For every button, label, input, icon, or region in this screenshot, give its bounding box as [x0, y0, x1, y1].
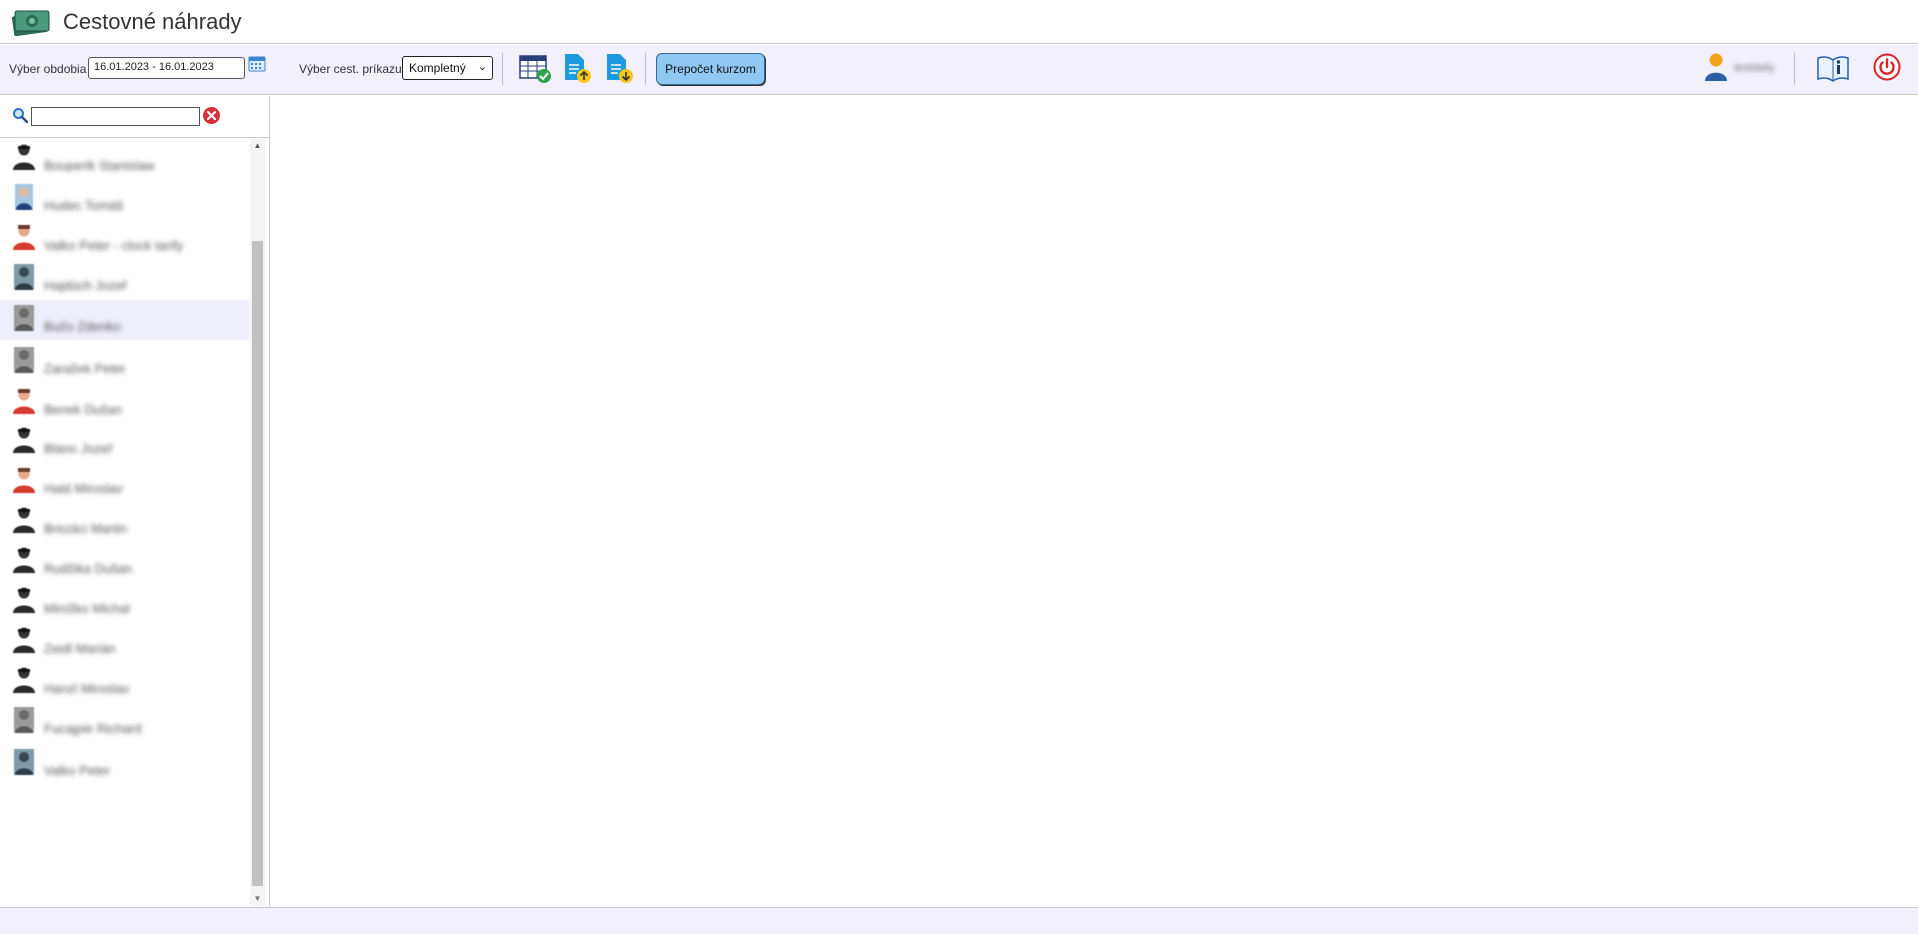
order-label: Výber cest. príkazu [299, 62, 402, 76]
avatar-icon [14, 707, 34, 733]
document-upload-icon[interactable] [560, 51, 594, 85]
avatar-icon [13, 507, 35, 533]
order-select[interactable]: Kompletný ⌄ [402, 56, 493, 80]
avatar-icon [13, 144, 35, 170]
avatar-icon [13, 627, 35, 653]
person-name: Brezáci Martin [44, 521, 128, 536]
people-sidebar: Bouperik Stanislaw Hudec Tomáš Valko Peter… [0, 96, 270, 907]
search-input[interactable] [31, 107, 200, 126]
user-icon[interactable] [1704, 52, 1728, 82]
clear-search-icon[interactable] [202, 106, 221, 125]
table-check-icon[interactable] [518, 51, 552, 85]
list-item[interactable]: Blano Jozef [0, 422, 249, 462]
list-item[interactable]: Hajdúch Jozef [0, 259, 249, 299]
avatar-icon [13, 587, 35, 613]
person-name: Fucajpie Richard [44, 721, 142, 736]
people-list-scrollbar[interactable]: ▲ ▼ [250, 139, 265, 906]
list-item[interactable]: Bouperik Stanislaw [0, 139, 249, 179]
avatar-icon [13, 389, 35, 414]
toolbar-divider [1794, 53, 1795, 85]
scroll-thumb[interactable] [252, 241, 263, 886]
list-item[interactable]: Fucajpie Richard [0, 702, 249, 742]
toolbar-divider [645, 53, 646, 85]
period-input[interactable]: 16.01.2023 - 16.01.2023 [88, 57, 245, 79]
avatar-icon [14, 264, 34, 290]
search-bar [0, 96, 270, 138]
avatar-icon [13, 468, 35, 493]
person-name: Benek Dušan [44, 402, 123, 417]
scroll-up-arrow-icon[interactable]: ▲ [250, 139, 265, 153]
list-item[interactable]: Minížko Michal [0, 582, 249, 622]
list-item[interactable]: Rudžika Dušan [0, 542, 249, 582]
person-name: Bučo Zdenko [44, 319, 121, 334]
avatar-icon [13, 427, 35, 453]
people-list: Bouperik Stanislaw Hudec Tomáš Valko Peter… [0, 139, 250, 906]
list-item[interactable]: Benek Dušan [0, 383, 249, 423]
user-name: testdaily [1734, 62, 1775, 74]
toolbar-divider [502, 53, 503, 85]
recalc-currency-button[interactable]: Prepočet kurzom [656, 53, 765, 85]
scroll-down-arrow-icon[interactable]: ▼ [250, 892, 265, 906]
list-item[interactable]: Hald Miroslav [0, 462, 249, 502]
person-name: Hanzl Miroslav [44, 681, 130, 696]
list-item[interactable]: Brezáci Martin [0, 502, 249, 542]
person-name: Minížko Michal [44, 601, 130, 616]
list-item[interactable]: Hanzl Miroslav [0, 662, 249, 702]
calendar-icon[interactable] [248, 54, 266, 72]
status-bar [0, 907, 1918, 934]
list-item[interactable]: Valko Peter [0, 744, 249, 784]
toolbar: Výber obdobia 16.01.2023 - 16.01.2023 Vý… [0, 45, 1918, 95]
app-title: Cestovné náhrady [63, 9, 242, 34]
avatar-icon [15, 184, 33, 210]
main-content-area [271, 96, 1918, 907]
person-name: Bouperik Stanislaw [44, 158, 155, 173]
person-name: Hald Miroslav [44, 481, 123, 496]
person-name: Blano Jozef [44, 441, 112, 456]
list-item[interactable]: Valko Peter - clock tarify [0, 219, 249, 259]
person-name: Valko Peter - clock tarify [44, 238, 184, 253]
avatar-icon [13, 547, 35, 573]
order-select-value: Kompletný [409, 61, 466, 75]
person-name: Zeidl Marián [44, 641, 116, 656]
list-item[interactable]: Bučo Zdenko [0, 300, 249, 340]
avatar-icon [14, 305, 34, 331]
period-label: Výber obdobia [9, 62, 87, 76]
list-item[interactable]: Hudec Tomáš [0, 179, 249, 219]
avatar-icon [13, 225, 35, 250]
list-item[interactable]: Zeidl Marián [0, 622, 249, 662]
avatar-icon [14, 749, 34, 775]
avatar-icon [13, 667, 35, 693]
money-bill-icon [11, 10, 50, 37]
help-book-icon[interactable] [1816, 54, 1850, 82]
person-name: Hudec Tomáš [44, 198, 124, 213]
search-icon [13, 108, 28, 123]
title-bar: Cestovné náhrady [0, 0, 1918, 44]
person-name: Valko Peter [44, 763, 111, 778]
document-download-icon[interactable] [602, 51, 636, 85]
person-name: Rudžika Dušan [44, 561, 133, 576]
person-name: Hajdúch Jozef [44, 278, 127, 293]
list-item[interactable]: Zaražek Peter [0, 342, 249, 382]
power-icon[interactable] [1873, 53, 1901, 81]
chevron-down-icon: ⌄ [477, 61, 487, 73]
person-name: Zaražek Peter [44, 361, 126, 376]
avatar-icon [14, 347, 34, 373]
